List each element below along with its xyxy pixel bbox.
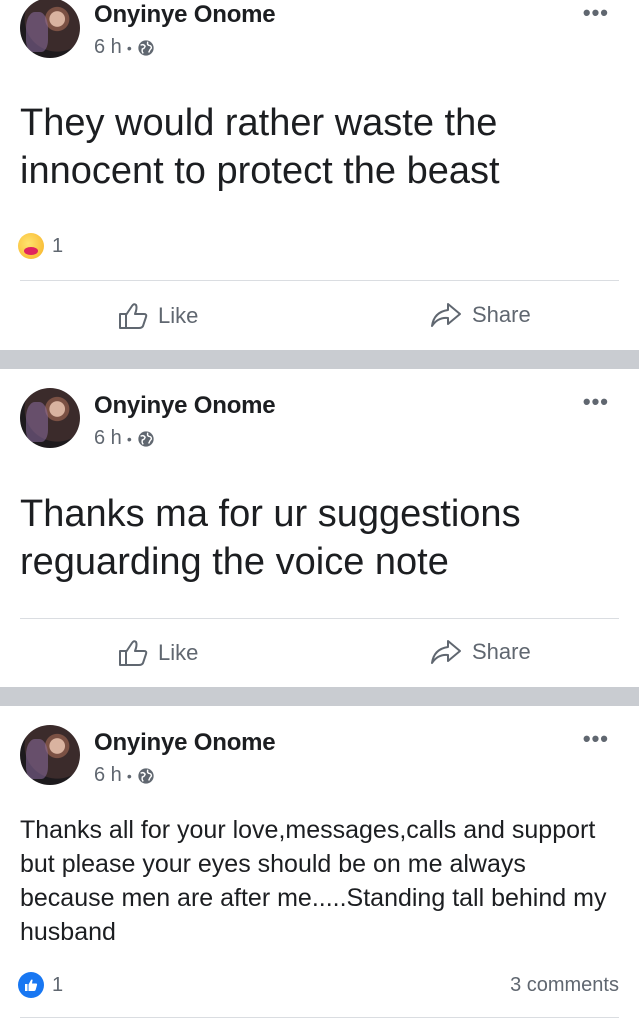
thumbs-up-icon <box>119 640 148 666</box>
post-meta: 6 h • <box>94 764 155 787</box>
author-name[interactable]: Onyinye Onome <box>94 392 276 420</box>
globe-icon <box>138 39 154 56</box>
share-label: Share <box>472 639 531 664</box>
meta-separator: • <box>126 767 132 784</box>
reaction-summary[interactable]: 1 <box>18 233 63 259</box>
reaction-count: 1 <box>52 234 64 257</box>
divider <box>20 1017 619 1018</box>
more-options-icon[interactable]: ••• <box>583 2 609 24</box>
share-button[interactable]: Share <box>430 639 531 665</box>
post-separator <box>0 350 639 369</box>
thumbs-up-icon <box>119 303 148 329</box>
author-name[interactable]: Onyinye Onome <box>94 1 276 29</box>
like-button[interactable]: Like <box>118 639 198 667</box>
share-icon <box>431 640 461 664</box>
share-label: Share <box>472 302 531 327</box>
post-separator <box>0 687 639 706</box>
meta-separator: • <box>126 430 132 447</box>
reaction-count: 1 <box>52 973 64 996</box>
post: Onyinye Onome 6 h • ••• They would rathe… <box>0 0 639 350</box>
like-label: Like <box>158 640 199 665</box>
meta-separator: • <box>126 39 132 56</box>
timestamp[interactable]: 6 h <box>94 427 122 450</box>
post-text: Thanks all for your love,messages,calls … <box>20 816 607 946</box>
like-label: Like <box>158 303 199 328</box>
more-options-icon[interactable]: ••• <box>583 391 609 413</box>
timestamp[interactable]: 6 h <box>94 764 122 787</box>
more-options-icon[interactable]: ••• <box>583 728 609 750</box>
post-text: They would rather waste the innocent to … <box>20 102 500 192</box>
avatar[interactable] <box>20 725 80 785</box>
divider <box>20 280 619 281</box>
post-meta: 6 h • <box>94 427 155 450</box>
avatar[interactable] <box>20 0 80 58</box>
hug-emoji-icon <box>18 233 44 259</box>
divider <box>20 618 619 619</box>
globe-icon <box>138 767 154 784</box>
like-icon <box>18 972 44 998</box>
timestamp[interactable]: 6 h <box>94 36 122 59</box>
post-meta: 6 h • <box>94 36 155 59</box>
avatar[interactable] <box>20 388 80 448</box>
share-button[interactable]: Share <box>430 302 531 328</box>
reaction-summary[interactable]: 1 <box>18 972 63 998</box>
share-icon <box>431 303 461 327</box>
post: Onyinye Onome 6 h • ••• Thanks ma for ur… <box>0 369 639 687</box>
post-text: Thanks ma for ur suggestions reguarding … <box>20 493 521 583</box>
author-name[interactable]: Onyinye Onome <box>94 729 276 757</box>
post: Onyinye Onome 6 h • ••• Thanks all for y… <box>0 706 639 1024</box>
like-button[interactable]: Like <box>118 302 198 330</box>
globe-icon <box>138 430 154 447</box>
comments-count-link[interactable]: 3 comments <box>510 974 619 997</box>
